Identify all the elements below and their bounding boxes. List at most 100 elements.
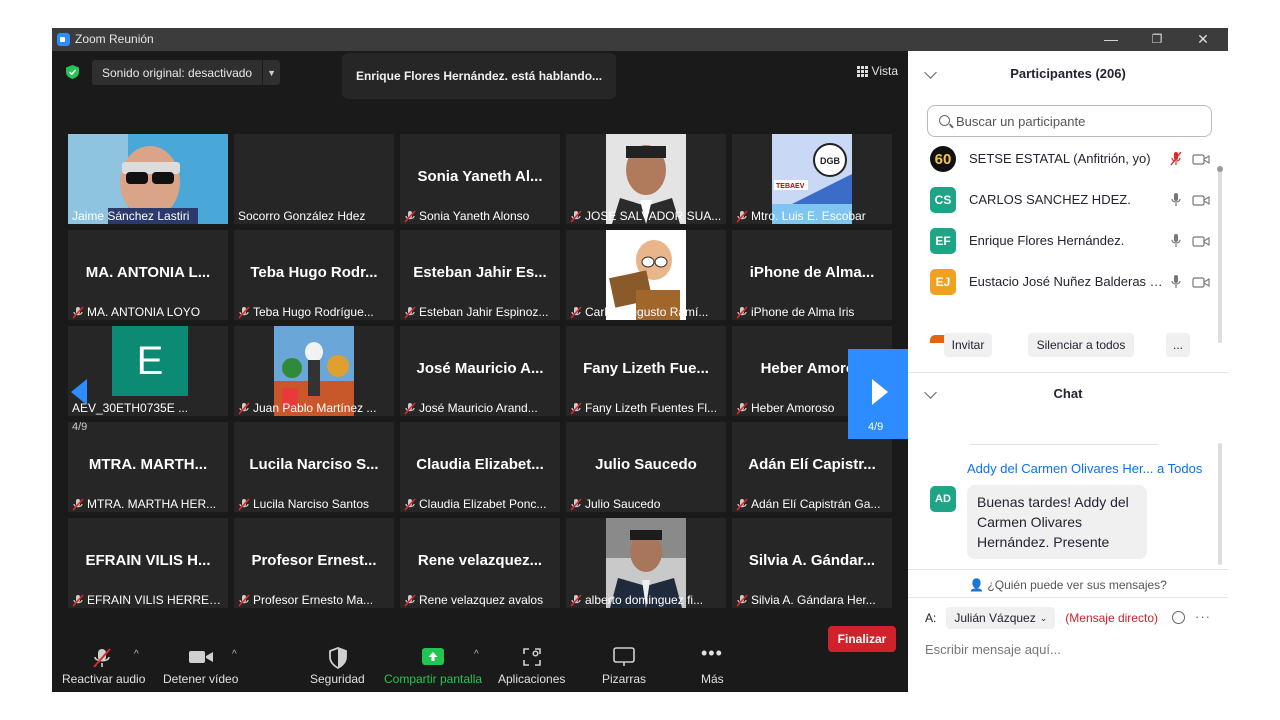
share-screen-label[interactable]: Compartir pantalla [384, 672, 482, 686]
camera-icon[interactable] [1192, 194, 1210, 209]
chat-scrollbar[interactable] [1218, 443, 1222, 565]
apps-label[interactable]: Aplicaciones [498, 672, 565, 686]
participant-name-label: Fany Lizeth Fuentes Fl... [570, 401, 722, 415]
page-indicator-left: 4/9 [72, 421, 88, 433]
more-dots-icon: ••• [701, 643, 723, 663]
video-tile[interactable]: Fany Lizeth Fue... Fany Lizeth Fuentes Fl… [566, 326, 726, 416]
video-tile[interactable]: MA. ANTONIA L... MA. ANTONIA LOYO [68, 230, 228, 320]
video-tile[interactable]: Silvia A. Gándar... Silvia A. Gándara Her… [732, 518, 892, 608]
participants-more-label[interactable]: ... [1173, 338, 1183, 352]
mic-icon[interactable] [1170, 274, 1182, 292]
participant-name: Profesor Ernesto Ma... [253, 593, 374, 607]
mic-icon[interactable] [1170, 192, 1182, 210]
video-tile[interactable]: Jaime Sánchez Lastiri [68, 134, 228, 224]
participants-more-button[interactable]: ... [1166, 333, 1190, 357]
who-can-see-messages-link[interactable]: 👤 ¿Quién puede ver sus mensajes? [908, 578, 1228, 592]
next-page-button[interactable]: 4/9 [848, 349, 908, 439]
video-tile[interactable]: Esteban Jahir Es... Esteban Jahir Espinoz… [400, 230, 560, 320]
video-tile[interactable]: Sonia Yaneth Al... Sonia Yaneth Alonso [400, 134, 560, 224]
compose-divider [908, 597, 1228, 598]
video-tile[interactable]: Juan Pablo Martínez ... [234, 326, 394, 416]
encryption-shield-icon[interactable] [66, 65, 79, 79]
mic-muted-icon [570, 305, 582, 319]
share-screen-button[interactable]: Compartir pantalla [384, 643, 484, 688]
original-sound-label[interactable]: Sonido original: desactivado [92, 66, 262, 80]
video-options-chevron-icon[interactable]: ^ [232, 649, 237, 660]
mic-icon[interactable] [1170, 233, 1182, 251]
video-tile[interactable]: José Mauricio A... José Mauricio Arand... [400, 326, 560, 416]
recipient-dropdown[interactable]: Julián Vázquez ⌄ [946, 607, 1056, 629]
video-tile[interactable]: Carlos Augusto Ramí... [566, 230, 726, 320]
arrow-left-icon [71, 379, 87, 405]
view-button[interactable]: Vista [856, 64, 898, 78]
mic-muted-icon[interactable] [1170, 151, 1182, 169]
invite-label[interactable]: Invitar [952, 338, 985, 352]
security-label[interactable]: Seguridad [310, 672, 365, 686]
chat-message-input[interactable]: Escribir mensaje aquí... [925, 642, 1061, 657]
end-meeting-button[interactable]: Finalizar [828, 626, 896, 652]
participant-display-name: Rene velazquez... [417, 552, 543, 569]
chat-sender-name[interactable]: Addy del Carmen Olivares Her... [967, 461, 1153, 476]
unmute-audio-label[interactable]: Reactivar audio [62, 672, 145, 686]
video-tile[interactable]: DGB TEBAEV Mtro. Luis E. Escobar [732, 134, 892, 224]
share-options-chevron-icon[interactable]: ^ [474, 649, 479, 660]
chat-input-placeholder[interactable]: Escribir mensaje aquí... [925, 642, 1061, 657]
participant-row[interactable]: 60 SETSE ESTATAL (Anfitrión, yo) [930, 141, 1215, 177]
video-tile[interactable]: Teba Hugo Rodr... Teba Hugo Rodrígue... [234, 230, 394, 320]
video-tile[interactable]: Lucila Narciso S... Lucila Narciso Santos [234, 422, 394, 512]
video-tile[interactable]: alberto dominguez fi... [566, 518, 726, 608]
participant-list-scrollbar[interactable] [1217, 166, 1223, 343]
participant-display-name: iPhone de Alma... [749, 264, 875, 281]
video-tile[interactable]: Rene velazquez... Rene velazquez avalos [400, 518, 560, 608]
emoji-icon[interactable] [1172, 611, 1185, 624]
participant-row[interactable]: EF Enrique Flores Hernández. [930, 223, 1215, 259]
camera-icon[interactable] [1192, 153, 1210, 168]
more-button[interactable]: ••• Más [692, 643, 732, 688]
whiteboards-button[interactable]: Pizarras [596, 643, 652, 688]
whiteboards-label[interactable]: Pizarras [602, 672, 646, 686]
participant-name: EFRAIN VILIS HERRERA [87, 593, 224, 607]
participant-search-input[interactable]: Buscar un participante [927, 105, 1212, 137]
participant-name: Lucila Narciso Santos [253, 497, 370, 511]
video-tile[interactable]: Julio Saucedo Julio Saucedo [566, 422, 726, 512]
security-button[interactable]: Seguridad [308, 643, 368, 688]
participant-name: Julio Saucedo [585, 497, 661, 511]
end-meeting-label[interactable]: Finalizar [838, 632, 887, 646]
audio-options-chevron-icon[interactable]: ^ [134, 649, 139, 660]
minimize-button[interactable]: — [1088, 28, 1134, 51]
chat-more-button[interactable]: ··· [1195, 609, 1211, 624]
video-tile[interactable]: EFRAIN VILIS H... EFRAIN VILIS HERRERA [68, 518, 228, 608]
who-can-see-label[interactable]: ¿Quién puede ver sus mensajes? [987, 578, 1166, 592]
apps-button[interactable]: Aplicaciones [498, 643, 568, 688]
participant-display-name: Julio Saucedo [595, 456, 697, 473]
participant-row[interactable]: CS CARLOS SANCHEZ HDEZ. [930, 182, 1215, 218]
prev-page-button[interactable]: 4/9 [62, 351, 98, 441]
svg-text:DGB: DGB [820, 156, 841, 166]
camera-icon[interactable] [1192, 235, 1210, 250]
participant-row[interactable]: EJ Eustacio José Nuñez Balderas "... [930, 264, 1215, 300]
video-tile[interactable]: JOSE SALVADOR SUA... [566, 134, 726, 224]
share-screen-icon [422, 648, 444, 665]
video-tile[interactable]: Claudia Elizabet... Claudia Elizabet Ponc… [400, 422, 560, 512]
more-label[interactable]: Más [701, 672, 724, 686]
original-sound-toggle[interactable]: Sonido original: desactivado ▼ [92, 60, 281, 85]
mic-muted-icon [736, 593, 748, 607]
video-tile[interactable]: Socorro González Hdez [234, 134, 394, 224]
chevron-down-icon[interactable]: ▼ [262, 60, 280, 85]
stop-video-button[interactable]: Detener vídeo [162, 643, 242, 688]
mute-all-label[interactable]: Silenciar a todos [1037, 338, 1126, 352]
restore-button[interactable]: ❐ [1134, 28, 1180, 51]
invite-button[interactable]: Invitar [944, 333, 992, 357]
view-label[interactable]: Vista [872, 64, 898, 78]
stop-video-label[interactable]: Detener vídeo [163, 672, 238, 686]
camera-icon[interactable] [1192, 276, 1210, 291]
recipient-value[interactable]: Julián Vázquez [954, 611, 1035, 625]
video-tile[interactable]: Profesor Ernest... Profesor Ernesto Ma... [234, 518, 394, 608]
participant-name-label: Lucila Narciso Santos [238, 497, 390, 511]
unmute-audio-button[interactable]: Reactivar audio [62, 643, 145, 688]
participant-display-name: Adán Elí Capistr... [748, 456, 876, 473]
close-button[interactable]: ✕ [1180, 28, 1226, 51]
mute-all-button[interactable]: Silenciar a todos [1028, 333, 1134, 357]
participant-name: José Mauricio Arand... [419, 401, 538, 415]
video-tile[interactable]: iPhone de Alma... iPhone de Alma Iris [732, 230, 892, 320]
